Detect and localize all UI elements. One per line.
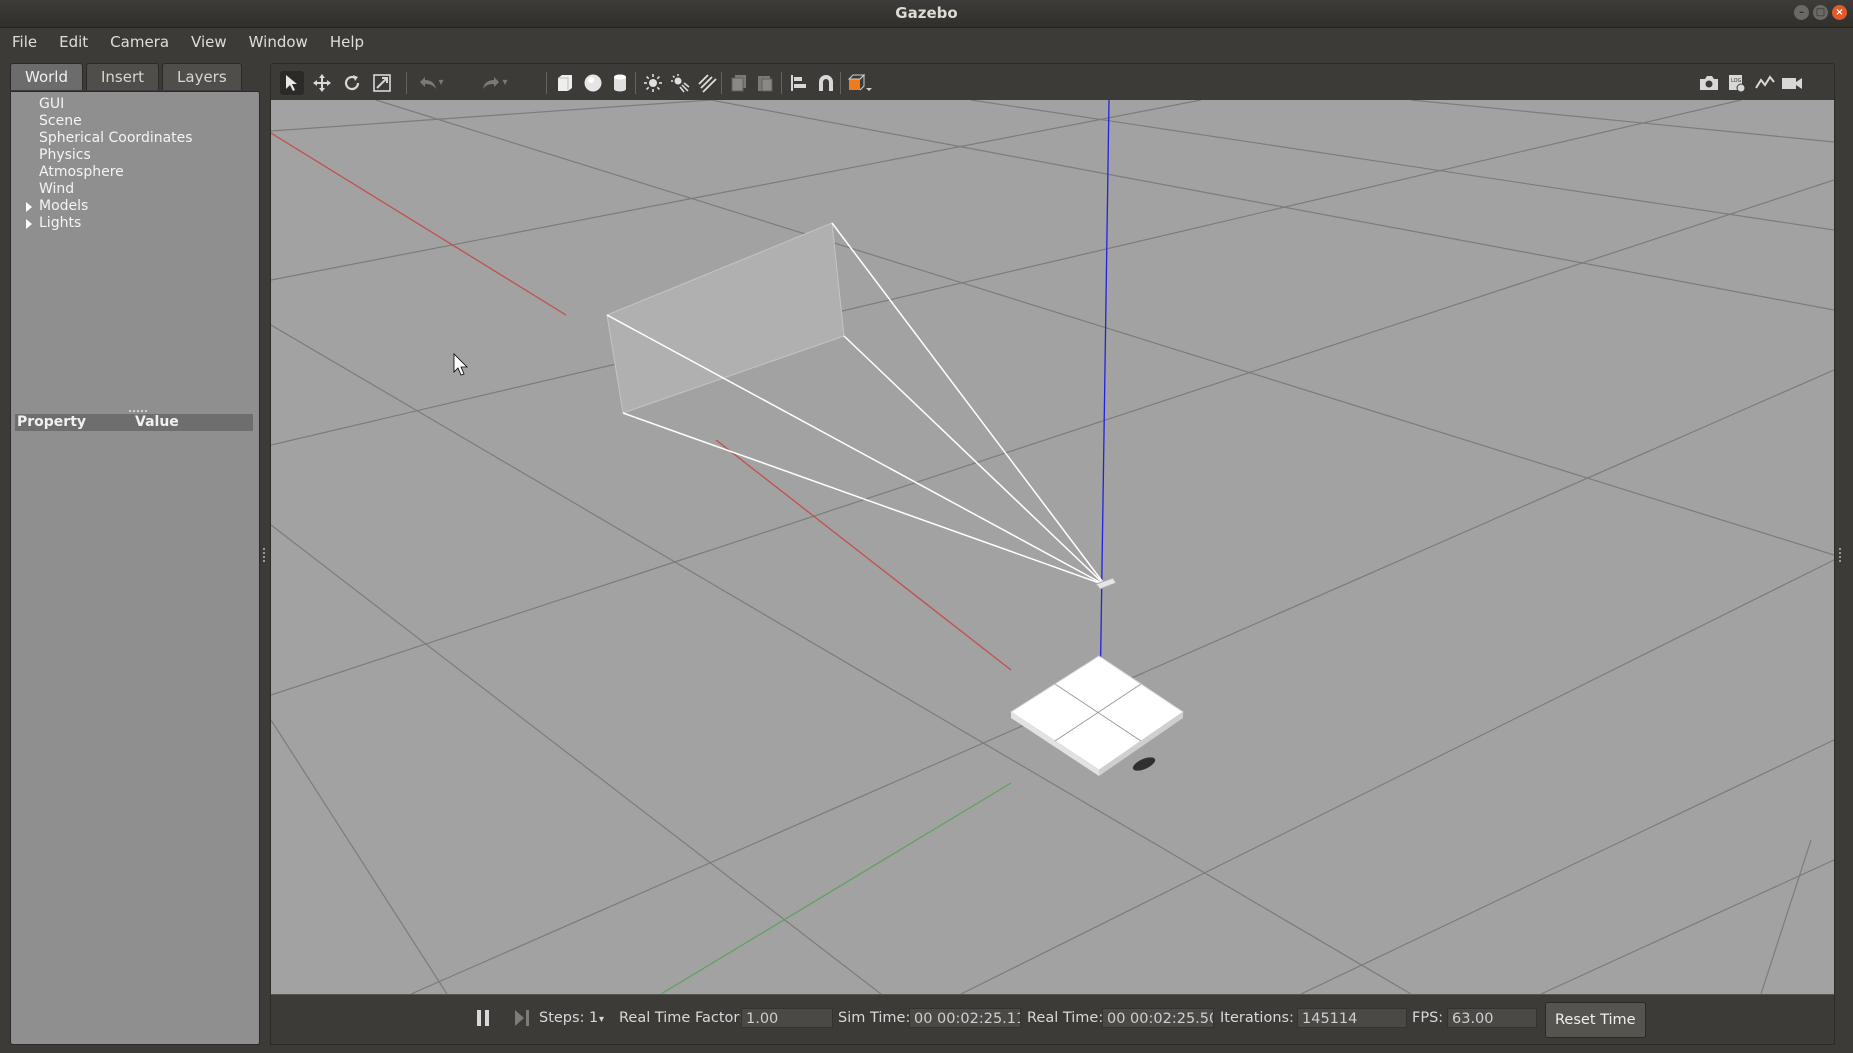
menu-help[interactable]: Help [319, 33, 375, 51]
scene-viewport[interactable] [270, 100, 1835, 994]
paste-icon[interactable] [753, 71, 777, 95]
snap-icon[interactable] [814, 71, 838, 95]
box-shape-icon[interactable] [553, 71, 577, 95]
svg-text:LOG: LOG [1731, 78, 1742, 84]
left-panel-tabs: World Insert Layers [10, 63, 245, 91]
tree-item-atmosphere[interactable]: Atmosphere [11, 164, 259, 181]
undo-history-dropdown-icon[interactable]: ▾ [434, 71, 448, 95]
redo-history-dropdown-icon[interactable]: ▾ [498, 71, 512, 95]
point-light-icon[interactable] [641, 71, 665, 95]
menu-camera[interactable]: Camera [99, 33, 180, 51]
steps-value[interactable]: 1 [589, 1010, 598, 1026]
tree-item-scene[interactable]: Scene [11, 113, 259, 130]
tree-item-label: GUI [39, 96, 65, 112]
simulation-status-bar: Steps: 1 ▾ Real Time Factor: 1.00 Sim Ti… [270, 994, 1835, 1045]
maximize-icon[interactable]: □ [1813, 5, 1828, 20]
left-panel: World Insert Layers GUI Scene Spherical … [10, 63, 260, 1045]
view-angle-icon[interactable] [845, 71, 875, 95]
sim-time-field: 00 00:02:25.114 [909, 1008, 1021, 1028]
rotate-mode-icon[interactable] [340, 71, 364, 95]
spot-light-icon[interactable] [668, 71, 692, 95]
world-tree: GUI Scene Spherical Coordinates Physics … [11, 96, 259, 232]
value-column-header[interactable]: Value [135, 414, 179, 431]
tree-item-label: Lights [39, 215, 82, 231]
cylinder-shape-icon[interactable] [608, 71, 632, 95]
real-time-factor-field: 1.00 [741, 1008, 833, 1028]
tree-item-label: Atmosphere [39, 164, 124, 180]
property-table-header: Property Value [15, 414, 253, 431]
copy-icon[interactable] [727, 71, 751, 95]
property-column-header[interactable]: Property [15, 414, 135, 431]
align-icon[interactable] [787, 71, 811, 95]
tree-item-lights[interactable]: Lights [11, 215, 259, 232]
window-controls: – □ × [1794, 5, 1847, 20]
sim-time-label: Sim Time: [838, 1010, 911, 1026]
fps-label: FPS: [1412, 1010, 1444, 1026]
real-time-label: Real Time: [1027, 1010, 1104, 1026]
tab-layers[interactable]: Layers [162, 63, 242, 90]
tree-item-gui[interactable]: GUI [11, 96, 259, 113]
main-toolbar: ▾ ▾ LOG [270, 63, 1835, 101]
window-title: Gazebo [895, 4, 958, 22]
fps-field: 63.00 [1447, 1008, 1537, 1028]
step-icon[interactable] [515, 1010, 529, 1026]
tree-item-models[interactable]: Models [11, 198, 259, 215]
record-video-icon[interactable] [1780, 71, 1804, 95]
left-panel-resize-handle[interactable] [263, 548, 268, 562]
select-mode-icon[interactable] [280, 71, 304, 95]
log-icon[interactable]: LOG [1724, 71, 1748, 95]
tree-item-label: Spherical Coordinates [39, 130, 193, 146]
menu-bar: File Edit Camera View Window Help [0, 28, 1853, 55]
translate-mode-icon[interactable] [310, 71, 334, 95]
right-panel-resize-handle[interactable] [1839, 548, 1844, 562]
tree-item-label: Wind [39, 181, 75, 197]
menu-window[interactable]: Window [238, 33, 319, 51]
tab-insert[interactable]: Insert [86, 63, 160, 90]
screenshot-icon[interactable] [1697, 71, 1721, 95]
sphere-shape-icon[interactable] [581, 71, 605, 95]
scene-render [271, 100, 1834, 994]
tree-item-physics[interactable]: Physics [11, 147, 259, 164]
steps-dropdown-icon[interactable]: ▾ [599, 1014, 604, 1025]
tree-item-spherical-coordinates[interactable]: Spherical Coordinates [11, 130, 259, 147]
tree-item-label: Scene [39, 113, 82, 129]
tree-item-wind[interactable]: Wind [11, 181, 259, 198]
iterations-label: Iterations: [1220, 1010, 1294, 1026]
world-panel: GUI Scene Spherical Coordinates Physics … [10, 91, 260, 1045]
real-time-factor-label: Real Time Factor: [619, 1010, 744, 1026]
menu-file[interactable]: File [0, 33, 48, 51]
iterations-field: 145114 [1297, 1008, 1407, 1028]
plot-icon[interactable] [1753, 71, 1777, 95]
reset-time-button[interactable]: Reset Time [1545, 1002, 1646, 1038]
pause-icon[interactable] [477, 1010, 489, 1026]
scale-mode-icon[interactable] [370, 71, 394, 95]
tab-world[interactable]: World [10, 63, 83, 90]
real-time-field: 00 00:02:25.501 [1102, 1008, 1214, 1028]
tree-item-label: Models [39, 198, 89, 214]
steps-label: Steps: [539, 1010, 585, 1026]
close-icon[interactable]: × [1832, 5, 1847, 20]
tree-item-label: Physics [39, 147, 91, 163]
directional-light-icon[interactable] [695, 71, 719, 95]
window-title-bar: Gazebo – □ × [0, 0, 1853, 28]
menu-view[interactable]: View [180, 33, 238, 51]
expand-arrow-icon[interactable] [26, 202, 32, 212]
expand-arrow-icon[interactable] [26, 219, 32, 229]
minimize-icon[interactable]: – [1794, 5, 1809, 20]
menu-edit[interactable]: Edit [48, 33, 99, 51]
